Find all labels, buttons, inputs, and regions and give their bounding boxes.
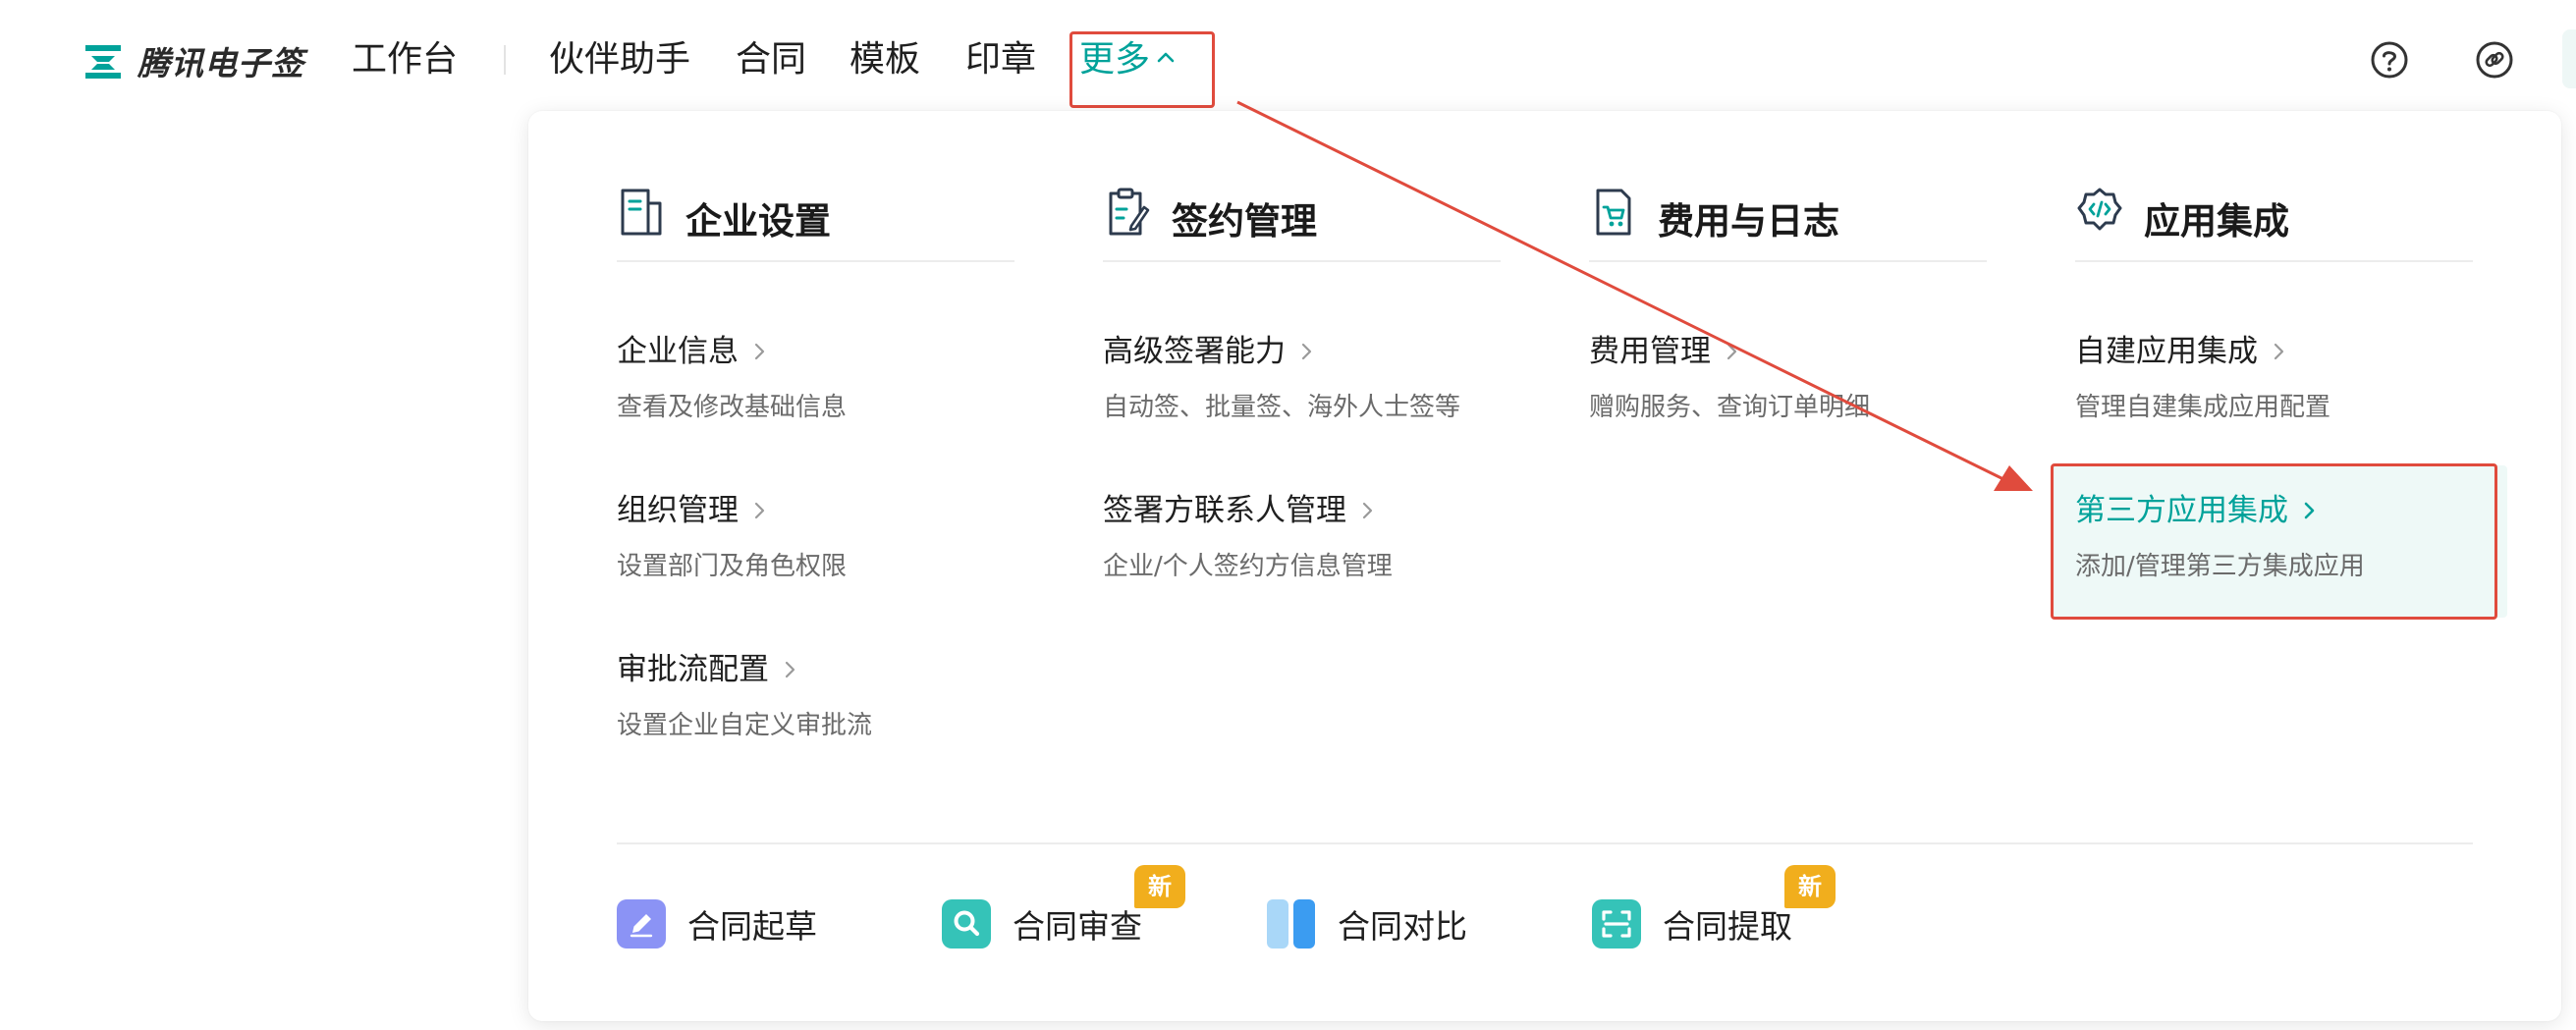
tool-contract-draft[interactable]: 合同起草 — [617, 896, 817, 951]
nav-partner-assistant[interactable]: 伙伴助手 — [549, 37, 690, 82]
section-enterprise-settings: 企业设置 — [617, 182, 1014, 262]
panel-divider — [617, 842, 2473, 844]
magnifier-icon — [942, 899, 991, 949]
menu-item-advanced-signing[interactable]: 高级签署能力 自动签、批量签、海外人士签等 — [1103, 332, 1535, 424]
help-icon[interactable] — [2369, 39, 2410, 81]
menu-item-desc: 企业/个人签约方信息管理 — [1103, 552, 1393, 581]
pen-icon — [617, 899, 666, 949]
menu-item-desc: 设置部门及角色权限 — [617, 552, 848, 581]
section-signing-management: 签约管理 — [1103, 182, 1501, 262]
scan-icon — [1592, 899, 1641, 949]
menu-item-desc: 赠购服务、查询订单明细 — [1589, 393, 1871, 422]
top-navigation-bar: 腾讯电子签 工作台 伙伴助手 合同 模板 印章 更多 — [0, 0, 2576, 118]
nav-templates[interactable]: 模板 — [850, 37, 920, 82]
section-title: 企业设置 — [685, 200, 831, 243]
section-fees-and-logs: 费用与日志 — [1589, 182, 1987, 262]
tool-label: 合同审查 — [1013, 907, 1142, 946]
document-icon — [621, 189, 662, 236]
new-badge: 新 — [1134, 865, 1185, 908]
tool-label: 合同对比 — [1338, 907, 1467, 946]
nav-seals[interactable]: 印章 — [965, 37, 1036, 82]
more-dropdown-panel: 企业设置 企业信息 查看及修改基础信息 组织管理 设置部门及角色权限 审批流配置… — [528, 111, 2561, 1021]
tool-contract-compare[interactable]: 合同对比 — [1267, 896, 1467, 951]
menu-item-title: 签署方联系人管理 — [1103, 493, 1346, 528]
menu-item-title: 高级签署能力 — [1103, 334, 1286, 369]
clipboard-icon — [1109, 188, 1150, 236]
menu-item-desc: 管理自建集成应用配置 — [2075, 393, 2331, 422]
menu-item-enterprise-info[interactable]: 企业信息 查看及修改基础信息 — [617, 332, 1049, 424]
menu-item-desc: 查看及修改基础信息 — [617, 393, 848, 422]
tool-label: 合同提取 — [1663, 907, 1792, 946]
section-title: 费用与日志 — [1658, 200, 1839, 243]
chevron-right-icon — [754, 343, 765, 359]
menu-item-title: 组织管理 — [617, 493, 739, 528]
tool-label: 合同起草 — [687, 907, 817, 946]
menu-item-title: 自建应用集成 — [2075, 334, 2258, 369]
brand-logo[interactable]: 腾讯电子签 — [82, 37, 304, 84]
edge-panel-tab[interactable] — [2562, 29, 2576, 88]
menu-item-title: 企业信息 — [617, 334, 739, 369]
chevron-right-icon — [785, 661, 795, 678]
menu-item-desc: 设置企业自定义审批流 — [617, 711, 873, 740]
tool-contract-review[interactable]: 合同审查 — [942, 896, 1142, 951]
chevron-right-icon — [1301, 343, 1312, 359]
nav-contracts[interactable]: 合同 — [736, 37, 806, 82]
menu-item-signer-contacts[interactable]: 签署方联系人管理 企业/个人签约方信息管理 — [1103, 491, 1535, 583]
chevron-right-icon — [754, 502, 765, 518]
nav-workbench[interactable]: 工作台 — [352, 37, 458, 82]
brand-name: 腾讯电子签 — [137, 44, 304, 82]
menu-item-fee-management[interactable]: 费用管理 赠购服务、查询订单明细 — [1589, 332, 2021, 424]
menu-item-title: 审批流配置 — [617, 652, 769, 687]
menu-item-org-management[interactable]: 组织管理 设置部门及角色权限 — [617, 491, 1049, 583]
section-title: 签约管理 — [1172, 200, 1317, 243]
menu-item-self-built-integration[interactable]: 自建应用集成 管理自建集成应用配置 — [2075, 332, 2507, 424]
section-title: 应用集成 — [2144, 200, 2289, 243]
cart-icon — [1596, 189, 1631, 236]
tool-contract-extract[interactable]: 合同提取 — [1592, 896, 1792, 951]
compare-icon — [1267, 899, 1315, 949]
code-badge-icon — [2077, 188, 2122, 231]
chevron-right-icon — [2274, 343, 2284, 359]
menu-item-title: 费用管理 — [1589, 334, 1711, 369]
annotation-highlight-third-party — [2051, 463, 2497, 620]
menu-item-approval-flow[interactable]: 审批流配置 设置企业自定义审批流 — [617, 650, 1049, 742]
new-badge: 新 — [1784, 865, 1836, 908]
chevron-right-icon — [1362, 502, 1373, 518]
chevron-right-icon — [1726, 343, 1737, 359]
annotation-highlight-more — [1069, 31, 1215, 108]
menu-item-desc: 自动签、批量签、海外人士签等 — [1103, 393, 1461, 422]
brand-logo-icon — [85, 45, 121, 79]
nav-divider — [504, 45, 506, 75]
section-app-integration: 应用集成 — [2075, 182, 2473, 262]
link-icon[interactable] — [2474, 39, 2515, 81]
